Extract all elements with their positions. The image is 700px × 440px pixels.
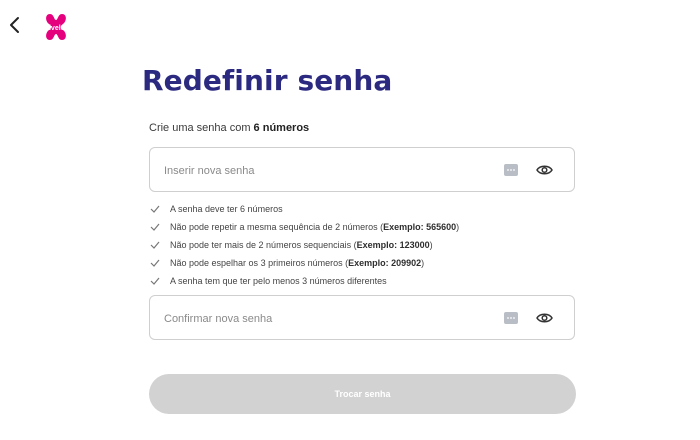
rule-text: Não pode repetir a mesma sequência de 2 … [170, 222, 384, 232]
rule-example: Exemplo: 209902 [348, 258, 422, 268]
new-password-input[interactable] [162, 160, 486, 182]
rule-example: Exemplo: 565600 [383, 222, 457, 232]
back-button[interactable] [6, 14, 24, 36]
password-rule: Não pode espelhar os 3 primeiros números… [150, 254, 459, 272]
rule-text: Não pode espelhar os 3 primeiros números… [170, 258, 349, 268]
confirm-password-input[interactable] [162, 308, 486, 330]
livelo-logo: livelo [36, 12, 76, 42]
password-dots-icon[interactable] [504, 312, 518, 324]
subtitle: Crie uma senha com 6 números [149, 122, 309, 134]
password-rules-list: A senha deve ter 6 números Não pode repe… [150, 200, 459, 290]
subtitle-text: Crie uma senha com [149, 122, 254, 134]
check-icon [150, 241, 160, 249]
new-password-field[interactable] [149, 147, 575, 192]
confirm-password-field[interactable] [149, 295, 575, 340]
check-icon [150, 277, 160, 285]
eye-icon[interactable] [536, 311, 553, 325]
password-rule: A senha deve ter 6 números [150, 200, 459, 218]
rule-text: Não pode ter mais de 2 números sequencia… [170, 240, 357, 250]
rule-example: Exemplo: 123000 [356, 240, 430, 250]
chevron-left-icon [10, 17, 19, 33]
page-title: Redefinir senha [142, 64, 393, 97]
password-dots-icon[interactable] [504, 164, 518, 176]
rule-text: A senha tem que ter pelo menos 3 números… [170, 276, 387, 286]
rule-text: A senha deve ter 6 números [170, 204, 283, 214]
rule-suffix: ) [421, 258, 425, 268]
eye-icon[interactable] [536, 163, 553, 177]
check-icon [150, 205, 160, 213]
password-rule: Não pode ter mais de 2 números sequencia… [150, 236, 459, 254]
check-icon [150, 259, 160, 267]
rule-suffix: ) [429, 240, 433, 250]
change-password-button[interactable]: Trocar senha [149, 374, 576, 414]
logo-text: livelo [47, 25, 65, 32]
rule-suffix: ) [456, 222, 460, 232]
password-rule: A senha tem que ter pelo menos 3 números… [150, 272, 459, 290]
check-icon [150, 223, 160, 231]
password-rule: Não pode repetir a mesma sequência de 2 … [150, 218, 459, 236]
subtitle-bold: 6 números [253, 122, 310, 134]
